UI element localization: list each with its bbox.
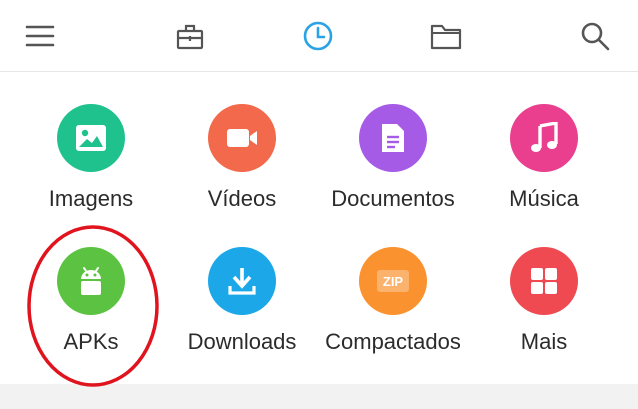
grid-more-icon: [510, 247, 578, 315]
android-icon: [57, 247, 125, 315]
music-note-icon: [510, 104, 578, 172]
category-videos[interactable]: Vídeos: [167, 72, 317, 212]
download-icon: [208, 247, 276, 315]
category-compactados[interactable]: ZIP Compactados: [318, 215, 468, 355]
category-label: Mais: [520, 329, 568, 354]
footer-divider-strip: [0, 384, 638, 409]
document-icon: [359, 104, 427, 172]
video-camera-icon: [208, 104, 276, 172]
image-icon: [57, 104, 125, 172]
category-downloads[interactable]: Downloads: [167, 215, 317, 355]
category-imagens[interactable]: Imagens: [16, 72, 166, 212]
recent-clock-icon[interactable]: [300, 18, 336, 54]
category-mais[interactable]: Mais: [469, 215, 619, 355]
category-apks[interactable]: APKs: [16, 215, 166, 355]
search-icon[interactable]: [577, 18, 613, 54]
category-label: Downloads: [187, 329, 297, 354]
svg-text:ZIP: ZIP: [383, 274, 404, 289]
category-musica[interactable]: Música: [469, 72, 619, 212]
category-label: Documentos: [331, 186, 455, 211]
category-label: Compactados: [325, 329, 461, 354]
category-label: Música: [509, 186, 579, 211]
toolbox-icon[interactable]: [172, 18, 208, 54]
category-label: APKs: [63, 329, 119, 354]
folder-icon[interactable]: [428, 18, 464, 54]
menu-icon[interactable]: [22, 18, 58, 54]
category-label: Imagens: [48, 186, 134, 211]
zip-icon: ZIP: [359, 247, 427, 315]
category-label: Vídeos: [207, 186, 277, 211]
category-grid: Imagens Vídeos Documentos Música APKs Do…: [0, 72, 638, 384]
top-toolbar: [0, 0, 638, 72]
category-documentos[interactable]: Documentos: [318, 72, 468, 212]
